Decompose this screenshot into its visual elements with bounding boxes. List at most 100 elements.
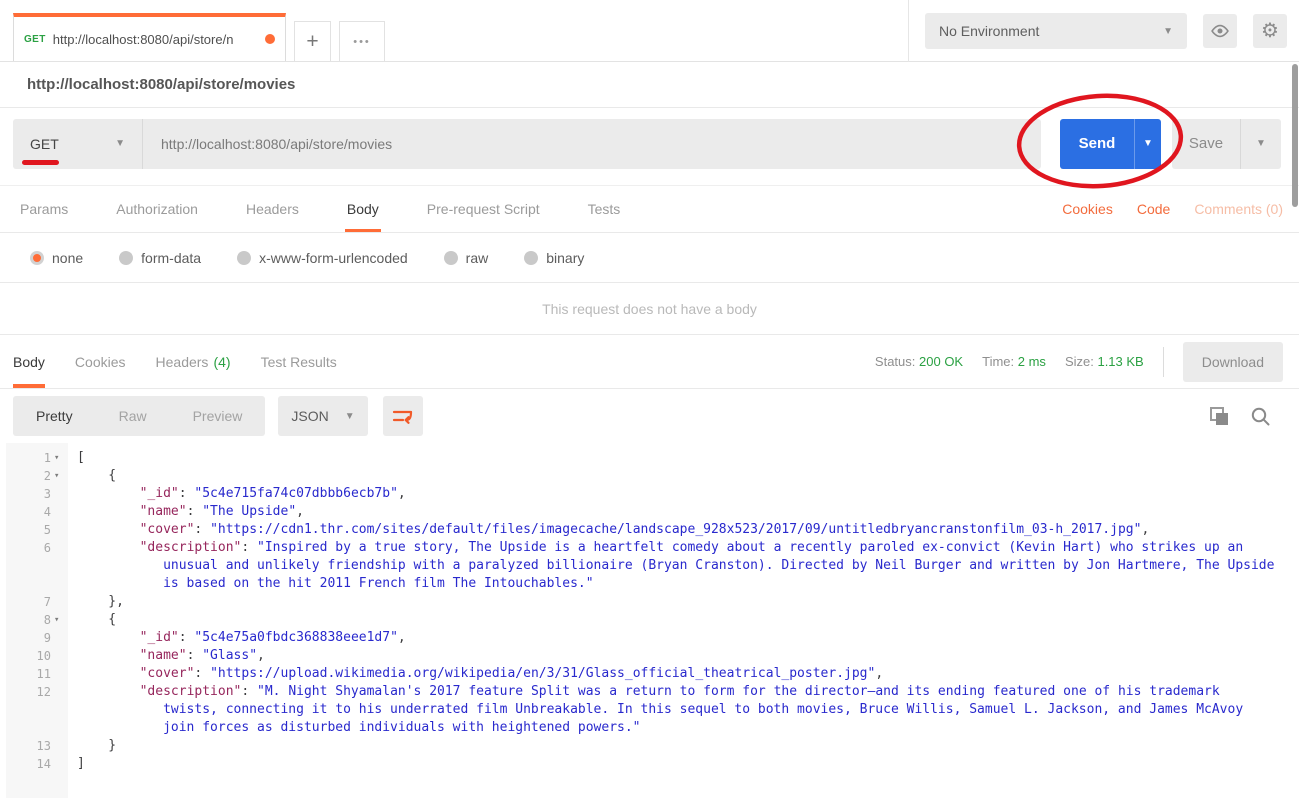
- format-label: JSON: [291, 408, 329, 424]
- save-button-group: Save ▼: [1172, 118, 1281, 169]
- view-preview[interactable]: Preview: [170, 396, 266, 436]
- code-line-13: 13}: [0, 737, 1299, 755]
- code-content: "description": "Inspired by a true story…: [139, 540, 1283, 591]
- response-tab-label: Test Results: [260, 353, 337, 370]
- view-raw[interactable]: Raw: [96, 396, 170, 436]
- tab-title: http://localhost:8080/api/store/n: [52, 31, 234, 47]
- code-content: }: [108, 738, 117, 753]
- request-tabs-row: Params Authorization Headers Body Pre-reques…: [0, 186, 1299, 233]
- search-button[interactable]: [1250, 406, 1271, 427]
- request-tab-headers[interactable]: Headers: [244, 186, 301, 232]
- request-tabs: Params Authorization Headers Body Pre-reques…: [18, 186, 666, 232]
- size-badge: Size: 1.13 KB: [1065, 354, 1144, 369]
- wrap-text-icon: [392, 408, 414, 425]
- url-input[interactable]: [143, 118, 1041, 169]
- chevron-down-icon: ▼: [344, 410, 355, 422]
- code-content: "description": "M. Night Shyamalan's 201…: [139, 684, 1251, 735]
- response-tab-label: Headers: [155, 353, 209, 370]
- fold-arrow-icon[interactable]: ▾: [51, 449, 66, 467]
- empty-body-message: This request does not have a body: [0, 283, 1299, 335]
- view-mode-switch: Pretty Raw Preview: [13, 396, 266, 436]
- code-content: },: [108, 594, 124, 609]
- link-code[interactable]: Code: [1137, 201, 1170, 217]
- radio-icon: [524, 250, 539, 265]
- save-button[interactable]: Save: [1172, 118, 1240, 169]
- more-tabs-button[interactable]: •••: [339, 21, 385, 61]
- request-tab-body[interactable]: Body: [345, 186, 381, 232]
- body-type-label: x-www-form-urlencoded: [259, 249, 408, 266]
- method-select[interactable]: GET ▼: [13, 118, 143, 169]
- save-options-button[interactable]: ▼: [1240, 118, 1281, 169]
- send-options-button[interactable]: ▼: [1134, 118, 1161, 169]
- code-content: "cover": "https://upload.wikimedia.org/w…: [139, 666, 884, 681]
- response-tab-test-results[interactable]: Test Results: [261, 335, 337, 388]
- body-type-label: binary: [546, 249, 585, 266]
- download-button[interactable]: Download: [1182, 341, 1283, 382]
- body-type-x-www-form-urlencoded[interactable]: x-www-form-urlencoded: [237, 250, 408, 266]
- response-body-viewer[interactable]: 1 ▾ [2 ▾ {3 "_id": "5c4e715fa74c07dbbb6ecb7b"…: [0, 443, 1299, 798]
- request-tab-tests[interactable]: Tests: [586, 186, 623, 232]
- settings-button[interactable]: ⚙: [1253, 14, 1287, 48]
- request-tab-authorization[interactable]: Authorization: [114, 186, 200, 232]
- new-tab-button[interactable]: +: [294, 21, 331, 61]
- code-line-9: 9 "_id": "5c4e75a0fbdc368838eee1d7",: [0, 629, 1299, 647]
- body-type-none[interactable]: none: [30, 250, 83, 266]
- tab-method-badge: GET: [24, 33, 46, 45]
- body-type-label: none: [52, 249, 84, 266]
- line-number: 11: [0, 665, 68, 683]
- chevron-down-icon: ▼: [1143, 138, 1153, 149]
- format-select[interactable]: JSON ▼: [278, 396, 368, 436]
- line-number: 5: [0, 521, 68, 539]
- line-number: 12: [0, 683, 68, 701]
- radio-icon: [237, 250, 252, 265]
- code-line-14: 14]: [0, 755, 1299, 773]
- code-content: {: [108, 612, 117, 627]
- fold-arrow-icon[interactable]: ▾: [51, 467, 66, 485]
- search-icon: [1251, 407, 1270, 425]
- response-tab-body[interactable]: Body: [13, 335, 45, 388]
- request-tab-params[interactable]: Params: [18, 186, 70, 232]
- link-cookies[interactable]: Cookies: [1062, 201, 1113, 217]
- wrap-text-button[interactable]: [382, 396, 423, 436]
- send-button-group: Send ▼: [1060, 118, 1161, 169]
- environment-select[interactable]: No Environment ▼: [925, 13, 1187, 49]
- code-line-10: 10 "name": "Glass",: [0, 647, 1299, 665]
- response-tab-cookies[interactable]: Cookies: [75, 335, 126, 388]
- request-tab-open[interactable]: GET http://localhost:8080/api/store/n: [13, 13, 286, 61]
- request-tab-pre-request-script[interactable]: Pre-request Script: [425, 186, 542, 232]
- body-type-row: none form-data x-www-form-urlencoded raw bin…: [0, 233, 1299, 283]
- eye-icon: [1210, 24, 1230, 38]
- response-header-row: Body Cookies Headers (4) Test Results Status…: [0, 335, 1299, 389]
- line-number: 14: [0, 755, 68, 773]
- body-type-raw[interactable]: raw: [443, 250, 488, 266]
- code-line-2: 2 ▾ {: [0, 467, 1299, 485]
- time-badge: Time: 2 ms: [982, 354, 1046, 369]
- radio-icon: [119, 250, 134, 265]
- fold-arrow-icon[interactable]: ▾: [51, 611, 66, 629]
- body-type-form-data[interactable]: form-data: [119, 250, 201, 266]
- request-meta-links: Cookies Code Comments (0): [1062, 186, 1283, 232]
- time-value: 2 ms: [1017, 354, 1046, 369]
- view-pretty[interactable]: Pretty: [13, 396, 96, 436]
- headers-count: (4): [213, 353, 231, 370]
- response-tab-headers[interactable]: Headers (4): [156, 335, 231, 388]
- body-type-binary[interactable]: binary: [524, 250, 584, 266]
- chevron-down-icon: ▼: [1163, 25, 1173, 37]
- copy-button[interactable]: [1209, 406, 1230, 427]
- code-line-5: 5 "cover": "https://cdn1.thr.com/sites/de…: [0, 521, 1299, 539]
- header-bar: GET http://localhost:8080/api/store/n + …: [0, 0, 1299, 62]
- send-button[interactable]: Send: [1060, 118, 1134, 169]
- code-line-6: 6 "description": "Inspired by a true stor…: [0, 539, 1299, 593]
- line-number: 4: [0, 503, 68, 521]
- environment-quicklook-button[interactable]: [1203, 14, 1237, 48]
- link-comments-0[interactable]: Comments (0): [1194, 201, 1283, 217]
- unsaved-dot-icon: [265, 34, 275, 44]
- environment-label: No Environment: [939, 23, 1040, 39]
- vertical-scrollbar[interactable]: [1292, 64, 1298, 207]
- code-line-4: 4 "name": "The Upside",: [0, 503, 1299, 521]
